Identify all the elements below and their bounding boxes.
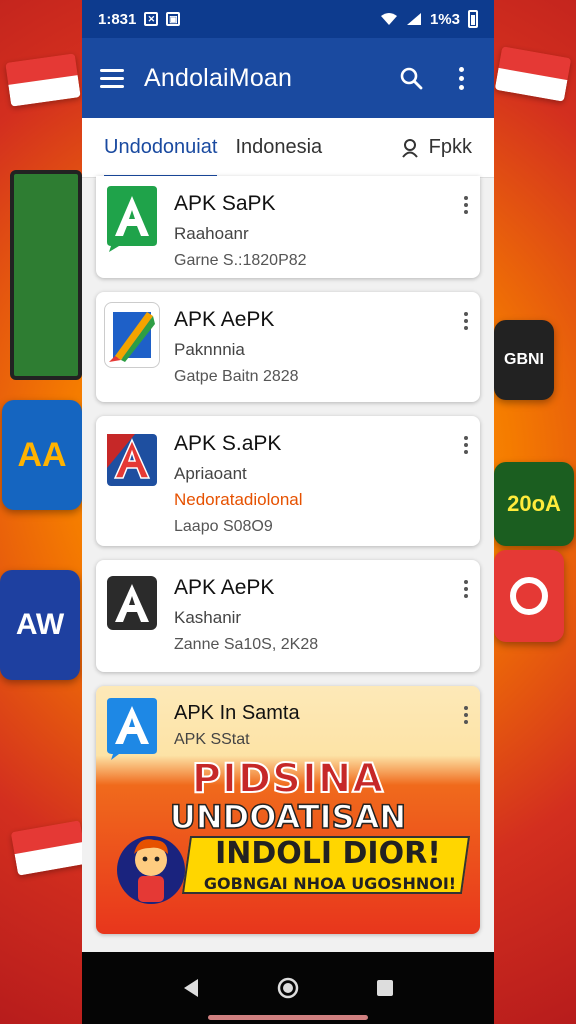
app-bar: AndolaiMoan bbox=[82, 38, 494, 118]
mascot-icon bbox=[117, 836, 185, 904]
app-subtitle: Apriaoant bbox=[174, 464, 247, 483]
item-more-icon[interactable] bbox=[464, 706, 468, 724]
back-triangle-icon[interactable] bbox=[171, 968, 211, 1008]
app-subtitle: Kashanir bbox=[174, 608, 242, 627]
app-subtitle: Raahoanr bbox=[174, 224, 249, 243]
hamburger-menu-icon[interactable] bbox=[100, 68, 124, 88]
red-a-icon bbox=[104, 426, 160, 492]
background-app-tile: AA bbox=[2, 400, 82, 510]
app-meta: Zanne Sa10S, 2K28 bbox=[174, 636, 319, 653]
app-meta: Garne S.:1820P82 bbox=[174, 252, 307, 269]
user-icon bbox=[401, 138, 418, 158]
list-item[interactable]: APK SaPK Raahoanr Garne S.:1820P82 bbox=[96, 176, 480, 278]
background-app-tile: GBNI bbox=[494, 320, 554, 400]
battery-percent: 1%3 bbox=[429, 10, 460, 28]
status-time: 1:831 bbox=[98, 10, 137, 28]
item-more-icon[interactable] bbox=[464, 580, 468, 598]
list-item[interactable]: APK AePK Paknnnia Gatpe Baitn 2828 bbox=[96, 292, 480, 402]
blue-a-icon bbox=[104, 696, 160, 762]
app-meta: Gatpe Baitn 2828 bbox=[174, 368, 299, 385]
search-icon[interactable] bbox=[396, 63, 426, 93]
app-list: APK SaPK Raahoanr Garne S.:1820P82 APK A… bbox=[82, 176, 494, 934]
promo-banner[interactable]: APK In Samta APK SStat PIDSINA UNDOATISA… bbox=[96, 686, 480, 934]
home-circle-icon[interactable] bbox=[268, 968, 308, 1008]
promo-title: APK In Samta bbox=[174, 702, 300, 724]
indonesia-flag-decoration bbox=[10, 820, 88, 876]
app-title: APK AePK bbox=[174, 576, 275, 599]
list-item[interactable]: APK S.aPK Apriaoant Nedoratadiolonal Laa… bbox=[96, 416, 480, 546]
indonesia-flag-decoration bbox=[494, 46, 572, 102]
status-bar: 1:831 ✕ ▣ 1%3 bbox=[82, 0, 494, 38]
green-a-icon bbox=[104, 186, 160, 252]
notification-icon: ✕ bbox=[144, 12, 159, 26]
app-highlight-text: Nedoratadiolonal bbox=[174, 490, 303, 509]
signal-icon bbox=[406, 13, 421, 25]
gesture-home-bar[interactable] bbox=[208, 1015, 368, 1020]
item-more-icon[interactable] bbox=[464, 436, 468, 454]
promo-subtitle: APK SStat bbox=[174, 731, 250, 748]
tab-fpkk-label: Fpkk bbox=[428, 136, 472, 158]
more-vert-icon[interactable] bbox=[446, 63, 476, 93]
wifi-icon bbox=[380, 13, 397, 25]
background-app-tile: AW bbox=[0, 570, 80, 680]
recents-square-icon[interactable] bbox=[365, 968, 405, 1008]
system-nav-bar bbox=[82, 952, 494, 1024]
tab-fpkk[interactable]: Fpkk bbox=[401, 136, 472, 159]
promo-headline: PIDSINA bbox=[191, 755, 385, 803]
tab-bar: Undodonuiat Indonesia Fpkk bbox=[82, 118, 494, 178]
battery-icon bbox=[468, 10, 478, 28]
item-more-icon[interactable] bbox=[464, 196, 468, 214]
phone-screen: 1:831 ✕ ▣ 1%3 AndolaiMoan Undodonuiat In… bbox=[82, 0, 494, 1024]
app-meta: Laapo S08O9 bbox=[174, 518, 273, 535]
app-subtitle: Paknnnia bbox=[174, 340, 245, 359]
background-app-tile: 20oA bbox=[494, 462, 574, 546]
indonesia-flag-decoration bbox=[5, 53, 81, 107]
background-book-decoration bbox=[10, 170, 82, 380]
list-item[interactable]: APK AePK Kashanir Zanne Sa10S, 2K28 bbox=[96, 560, 480, 672]
app-title: AndolaiMoan bbox=[144, 63, 293, 92]
dark-a-icon bbox=[104, 570, 160, 636]
notification-icon: ▣ bbox=[166, 12, 181, 26]
app-title: APK S.aPK bbox=[174, 432, 282, 455]
background-app-tile bbox=[494, 550, 564, 642]
tab-indonesia[interactable]: Indonesia bbox=[235, 136, 322, 159]
tab-undodonuiat[interactable]: Undodonuiat bbox=[104, 118, 218, 178]
app-title: APK SaPK bbox=[174, 192, 276, 215]
item-more-icon[interactable] bbox=[464, 312, 468, 330]
app-title: APK AePK bbox=[174, 308, 275, 331]
pencil-stripes-icon bbox=[104, 302, 160, 368]
